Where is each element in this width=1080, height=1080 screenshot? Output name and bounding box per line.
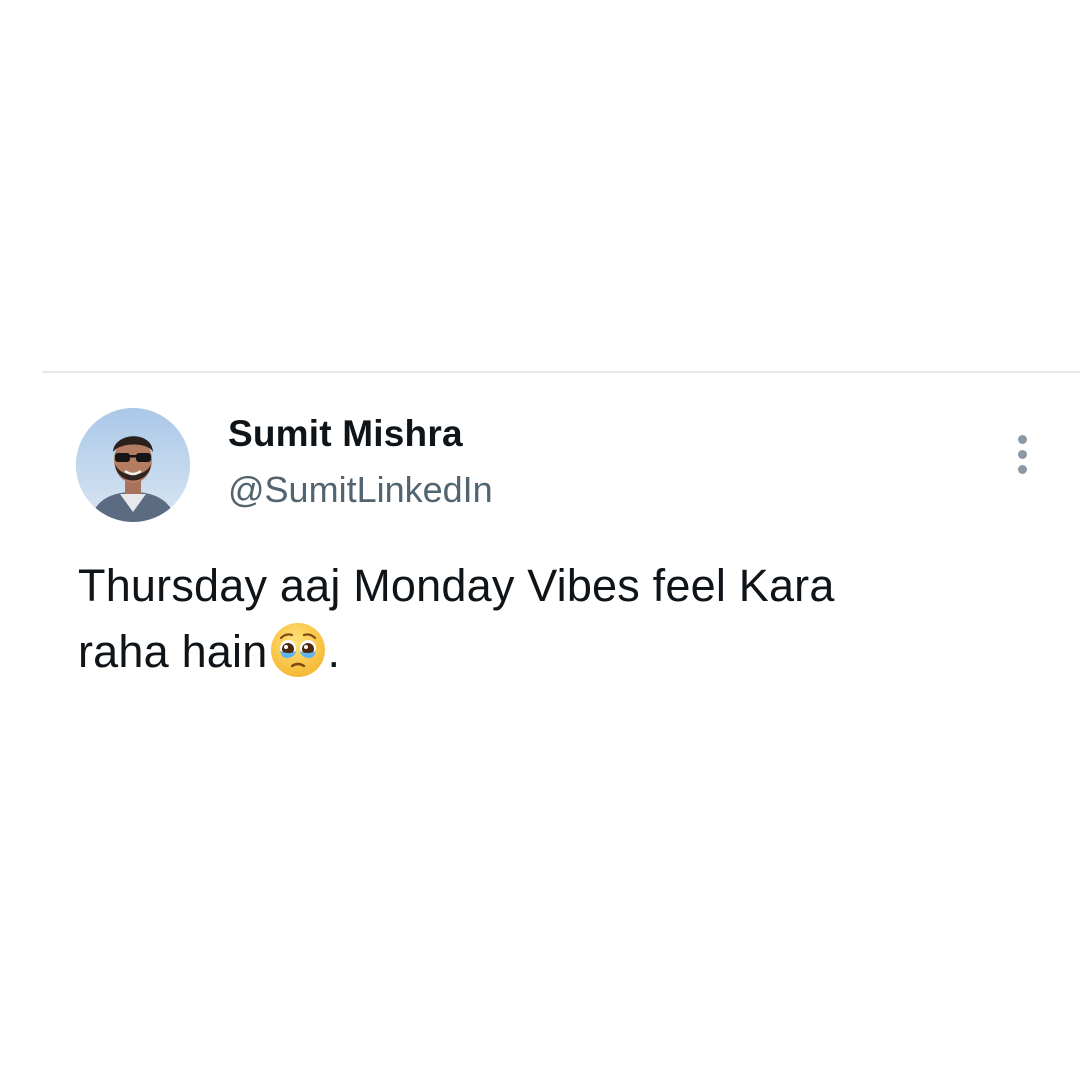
- avatar-photo: [76, 408, 190, 522]
- tweet-text-line-1: Thursday aaj Monday Vibes feel Kara: [78, 560, 835, 611]
- author-handle[interactable]: @SumitLinkedIn: [228, 469, 493, 511]
- more-dot: [1018, 465, 1027, 474]
- more-options-icon[interactable]: [1006, 433, 1040, 477]
- tweet-text-end: .: [327, 626, 341, 677]
- pleading-face-emoji-icon: [269, 621, 327, 679]
- more-dot: [1018, 450, 1027, 459]
- more-dot: [1018, 435, 1027, 444]
- tweet-text-line-2: raha hain: [78, 626, 268, 677]
- author-display-name[interactable]: Sumit Mishra: [228, 413, 463, 455]
- tweet-card[interactable]: Sumit Mishra @SumitLinkedIn Thursday aaj…: [0, 373, 1080, 1080]
- tweet-text: Thursday aaj Monday Vibes feel Kara raha…: [78, 553, 1038, 685]
- avatar[interactable]: [76, 408, 190, 522]
